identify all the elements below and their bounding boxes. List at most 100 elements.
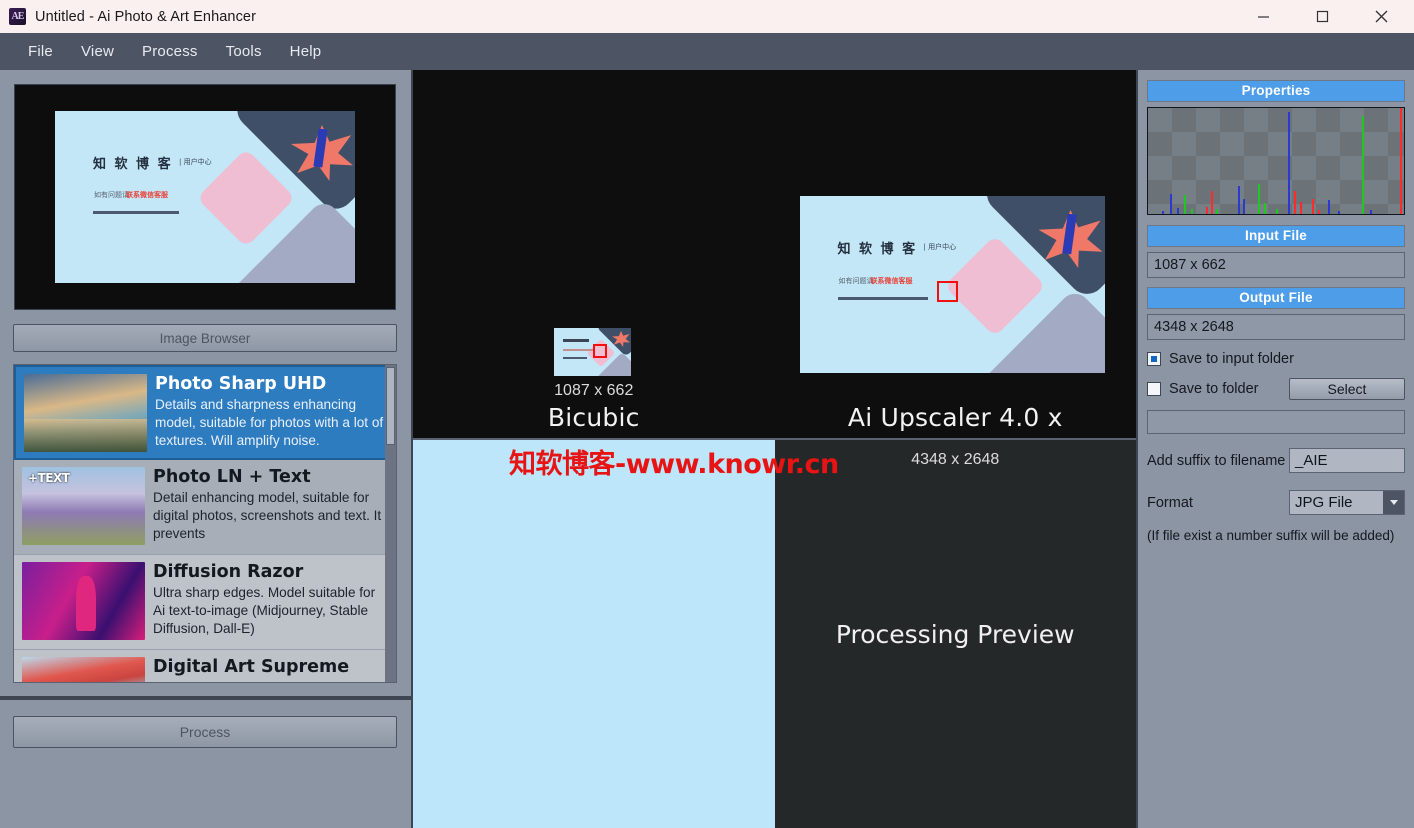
app-icon-letters: AE	[11, 10, 25, 22]
model-list-item-photo-ln-text[interactable]: +TEXT Photo LN + Text Detail enhancing m…	[14, 460, 396, 555]
card-subtitle-prefix: 如有问题请	[838, 277, 874, 285]
comparison-left[interactable]: 1087 x 662 Bicubic	[413, 70, 775, 438]
minimize-button[interactable]	[1240, 0, 1286, 33]
suffix-label: Add suffix to filename	[1147, 452, 1286, 469]
select-folder-label: Select	[1327, 381, 1367, 397]
save-to-folder-row[interactable]: Save to folder Select	[1147, 378, 1405, 400]
suffix-row: Add suffix to filename _AIE	[1147, 448, 1405, 473]
histogram-bar	[1243, 199, 1245, 214]
histogram-bar	[1294, 190, 1296, 214]
histogram-bar	[1370, 209, 1372, 214]
select-folder-button[interactable]: Select	[1289, 378, 1405, 400]
input-file-header: Input File	[1147, 225, 1405, 247]
histogram-bar	[1338, 210, 1340, 214]
menu-item-tools[interactable]: Tools	[212, 39, 276, 64]
suffix-value: _AIE	[1295, 452, 1328, 469]
zoom-compare-panel: Processing Preview	[413, 438, 1136, 828]
image-browser-label: Image Browser	[159, 330, 251, 346]
histogram-bar	[1362, 116, 1364, 214]
filename-note: (If file exist a number suffix will be a…	[1147, 528, 1395, 543]
model-title: Photo Sharp UHD	[155, 374, 327, 394]
menu-item-process[interactable]: Process	[128, 39, 212, 64]
save-to-folder-checkbox[interactable]	[1147, 382, 1161, 396]
format-dropdown[interactable]: JPG File	[1289, 490, 1405, 515]
model-list-item-digital-art-supreme[interactable]: Digital Art Supreme	[14, 650, 396, 682]
zoom-preview-original[interactable]	[413, 440, 775, 828]
selection-marquee-left[interactable]	[593, 344, 607, 358]
app-icon: AE	[9, 8, 26, 25]
process-button-label: Process	[179, 724, 231, 740]
menu-item-help[interactable]: Help	[276, 39, 336, 64]
radio-selected-dot	[1151, 356, 1157, 362]
model-list-item-photo-sharp-uhd[interactable]: Photo Sharp UHD Details and sharpness en…	[14, 365, 396, 460]
histogram-bar	[1238, 186, 1240, 214]
source-image-preview[interactable]: 知 软 博 客 | 用户中心 如有问题请 联系微信客服	[14, 84, 396, 310]
histogram-bar	[1328, 200, 1330, 214]
format-label: Format	[1147, 494, 1193, 511]
output-file-header: Output File	[1147, 287, 1405, 309]
comparison-right[interactable]: 知 软 博 客 | 用户中心 如有问题请 联系微信客服 4348 x 2648 …	[775, 70, 1137, 468]
left-dimensions: 1087 x 662	[554, 382, 634, 399]
menu-item-view[interactable]: View	[67, 39, 128, 64]
histogram	[1147, 107, 1405, 215]
card-brand-suffix: | 用户中心	[923, 243, 957, 251]
histogram-bar	[1258, 184, 1260, 214]
output-file-value-field: 4348 x 2648	[1147, 314, 1405, 340]
histogram-bar	[1400, 108, 1402, 214]
processing-preview-label: Processing Preview	[835, 619, 1075, 649]
format-row: Format JPG File	[1147, 490, 1405, 515]
save-to-input-folder-radio[interactable]	[1147, 352, 1161, 366]
card-brand: 知 软 博 客	[93, 157, 173, 172]
left-sidebar: 知 软 博 客 | 用户中心 如有问题请 联系微信客服 Image Browse…	[0, 70, 413, 828]
process-button[interactable]: Process	[13, 716, 397, 748]
save-to-input-folder-row[interactable]: Save to input folder	[1147, 351, 1405, 367]
save-to-folder-label: Save to folder	[1169, 381, 1259, 397]
properties-panel: Properties Input File 1087 x 662 Output …	[1136, 70, 1414, 828]
model-description: Ultra sharp edges. Model suitable for Ai…	[153, 584, 376, 637]
histogram-bar	[1288, 112, 1290, 214]
model-thumbnail	[22, 657, 145, 682]
save-to-input-folder-label: Save to input folder	[1169, 351, 1294, 367]
model-list-item-diffusion-razor[interactable]: Diffusion Razor Ultra sharp edges. Model…	[14, 555, 396, 650]
properties-header: Properties	[1147, 80, 1405, 102]
watermark-text: 知软博客-www.knowr.cn	[509, 449, 839, 480]
suffix-input[interactable]: _AIE	[1289, 448, 1405, 473]
comparison-panel[interactable]: 1087 x 662 Bicubic 知 软 博 客 | 用户中心 如有问题请 …	[413, 70, 1137, 480]
model-title: Digital Art Supreme	[153, 657, 350, 677]
input-file-value: 1087 x 662	[1154, 257, 1226, 273]
format-value: JPG File	[1295, 494, 1353, 511]
menu-bar: File View Process Tools Help	[0, 33, 1414, 70]
minimize-icon	[1257, 16, 1269, 18]
model-description: Detail enhancing model, suitable for dig…	[153, 489, 382, 542]
main-layout: 知 软 博 客 | 用户中心 如有问题请 联系微信客服 Image Browse…	[0, 70, 1414, 828]
menu-item-file[interactable]: File	[14, 39, 67, 64]
process-button-area: Process	[0, 700, 411, 748]
zoom-preview-processed[interactable]: Processing Preview	[774, 440, 1136, 828]
histogram-bar	[1170, 193, 1172, 214]
maximize-icon	[1316, 10, 1328, 23]
left-caption: Bicubic	[547, 403, 640, 432]
chevron-down-icon[interactable]	[1383, 491, 1404, 514]
histogram-bar	[1300, 202, 1302, 214]
close-icon	[1375, 10, 1387, 23]
histogram-bar	[1206, 206, 1208, 214]
histogram-bar	[1216, 208, 1218, 214]
histogram-bar	[1184, 194, 1186, 214]
histogram-bar	[1318, 209, 1320, 214]
histogram-bar	[1177, 207, 1179, 214]
model-list[interactable]: Photo Sharp UHD Details and sharpness en…	[13, 364, 397, 683]
image-browser-button[interactable]: Image Browser	[13, 324, 397, 352]
card-brand: 知 软 博 客	[837, 242, 918, 257]
source-image: 知 软 博 客 | 用户中心 如有问题请 联系微信客服	[55, 111, 355, 283]
scrollbar-thumb[interactable]	[386, 367, 395, 445]
model-list-scrollbar[interactable]	[385, 365, 396, 682]
title-bar: AE Untitled - Ai Photo & Art Enhancer	[0, 0, 1414, 33]
model-title: Diffusion Razor	[153, 562, 304, 582]
maximize-button[interactable]	[1299, 0, 1345, 33]
selection-marquee-right[interactable]	[936, 281, 958, 302]
model-badge-text: +TEXT	[28, 471, 70, 485]
model-title: Photo LN + Text	[153, 467, 311, 487]
preview-area: 1087 x 662 Bicubic 知 软 博 客 | 用户中心 如有问题请 …	[413, 70, 1136, 828]
folder-path-input[interactable]	[1147, 410, 1405, 434]
close-button[interactable]	[1358, 0, 1404, 33]
